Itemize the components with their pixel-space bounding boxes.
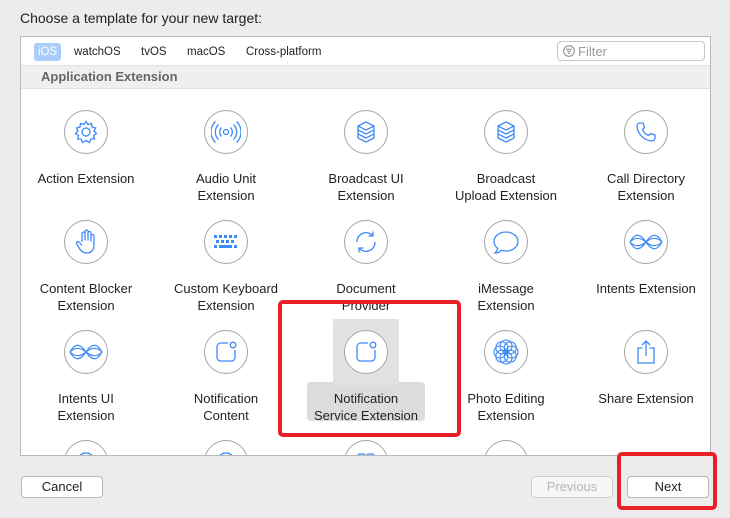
highlight-box-selected-template [278, 300, 461, 437]
template-icon-wrap [619, 215, 673, 269]
template-partial-3[interactable] [296, 435, 436, 455]
template-label: Audio Unit Extension [196, 171, 256, 203]
template-partial-2[interactable] [156, 435, 296, 455]
template-icon-wrap [199, 215, 253, 269]
template-icon-wrap [619, 105, 673, 159]
siri-waves-icon [624, 220, 668, 264]
template-label: Call Directory Extension [606, 171, 685, 203]
template-label: Content Blocker Extension [39, 281, 133, 313]
template-intents-ui-extension[interactable]: Intents UI Extension [21, 325, 156, 433]
template-label: Intents UI Extension [57, 391, 115, 423]
template-icon-wrap [199, 435, 253, 455]
highlight-box-next-button [617, 452, 717, 510]
template-label: Intents Extension [596, 281, 696, 296]
template-icon-wrap: 17 [479, 435, 533, 455]
notification-badge-icon [204, 330, 248, 374]
template-partial-1[interactable] [21, 435, 156, 455]
template-icon-wrap [479, 325, 533, 379]
template-audio-unit-extension[interactable]: Audio Unit Extension [156, 105, 296, 213]
template-icon-wrap [479, 215, 533, 269]
calendar-icon: 17 [484, 440, 528, 455]
share-icon [624, 330, 668, 374]
template-broadcast-ui-extension[interactable]: Broadcast UI Extension [296, 105, 436, 213]
compass-icon [64, 440, 108, 455]
template-icon-wrap [479, 105, 533, 159]
hand-icon [64, 220, 108, 264]
dialog-title: Choose a template for your new target: [20, 10, 263, 26]
template-icon-wrap [339, 105, 393, 159]
template-icon-wrap [619, 325, 673, 379]
cancel-button[interactable]: Cancel [21, 476, 103, 498]
template-notification-content[interactable]: Notification Content [156, 325, 296, 433]
template-call-directory-extension[interactable]: Call Directory Extension [576, 105, 710, 213]
previous-button[interactable]: Previous [531, 476, 613, 498]
template-icon-wrap [339, 215, 393, 269]
template-label: Share Extension [598, 391, 694, 406]
phone-icon [624, 110, 668, 154]
stacked-layers-icon [484, 110, 528, 154]
template-partial-4[interactable]: 17 [436, 435, 576, 455]
template-label: Broadcast Upload Extension [455, 171, 557, 203]
template-icon-wrap [199, 105, 253, 159]
grid-icon [344, 440, 388, 455]
template-icon-wrap [339, 435, 393, 455]
template-custom-keyboard-extension[interactable]: Custom Keyboard Extension [156, 215, 296, 323]
template-icon-wrap [59, 435, 113, 455]
template-action-extension[interactable]: Action Extension [21, 105, 156, 213]
calendar-day: 17 [497, 453, 515, 455]
keyboard-icon [204, 220, 248, 264]
template-label: Custom Keyboard Extension [173, 281, 279, 313]
stacked-layers-icon [344, 110, 388, 154]
template-icon-wrap [59, 325, 113, 379]
flower-icon [484, 330, 528, 374]
template-icon-wrap [199, 325, 253, 379]
template-label: Broadcast UI Extension [328, 171, 404, 203]
template-icon-wrap [59, 215, 113, 269]
template-content-blocker-extension[interactable]: Content Blocker Extension [21, 215, 156, 323]
template-label: Notification Content [193, 391, 259, 423]
sound-waves-icon [204, 110, 248, 154]
sync-arrows-icon [344, 220, 388, 264]
template-broadcast-upload-extension[interactable]: Broadcast Upload Extension [436, 105, 576, 213]
template-share-extension[interactable]: Share Extension [576, 325, 710, 433]
template-icon-wrap [59, 105, 113, 159]
speech-bubble-icon [484, 220, 528, 264]
template-intents-extension[interactable]: Intents Extension [576, 215, 710, 323]
template-label: Action Extension [37, 171, 135, 186]
gear-icon [64, 110, 108, 154]
siri-waves-icon [64, 330, 108, 374]
circle-icon [204, 440, 248, 455]
